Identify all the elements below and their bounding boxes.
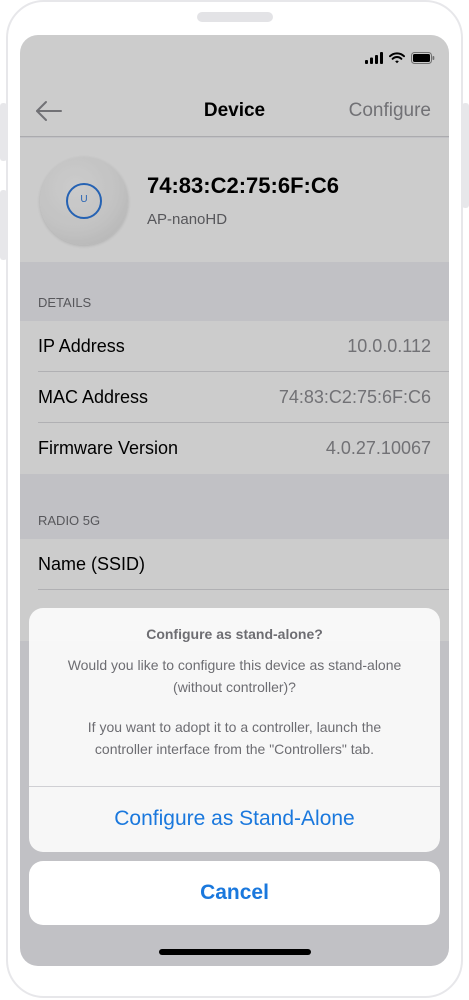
side-button-left-1 (0, 103, 7, 161)
home-indicator[interactable] (159, 949, 311, 955)
action-sheet-title: Configure as stand-alone? (146, 626, 323, 642)
action-sheet-message: Would you like to configure this device … (67, 657, 402, 695)
configure-stand-alone-button[interactable]: Configure as Stand-Alone (29, 786, 440, 852)
action-sheet-hint: If you want to adopt it to a controller,… (87, 719, 382, 757)
cancel-button[interactable]: Cancel (29, 861, 440, 925)
device-frame: Device Configure U 74:83:C2:75:6F:C6 AP-… (0, 0, 469, 1000)
action-sheet: Configure as stand-alone? Would you like… (29, 608, 440, 852)
side-button-right (462, 103, 469, 208)
side-button-left-2 (0, 190, 7, 260)
speaker-grille (197, 12, 273, 22)
screen: Device Configure U 74:83:C2:75:6F:C6 AP-… (20, 35, 449, 966)
